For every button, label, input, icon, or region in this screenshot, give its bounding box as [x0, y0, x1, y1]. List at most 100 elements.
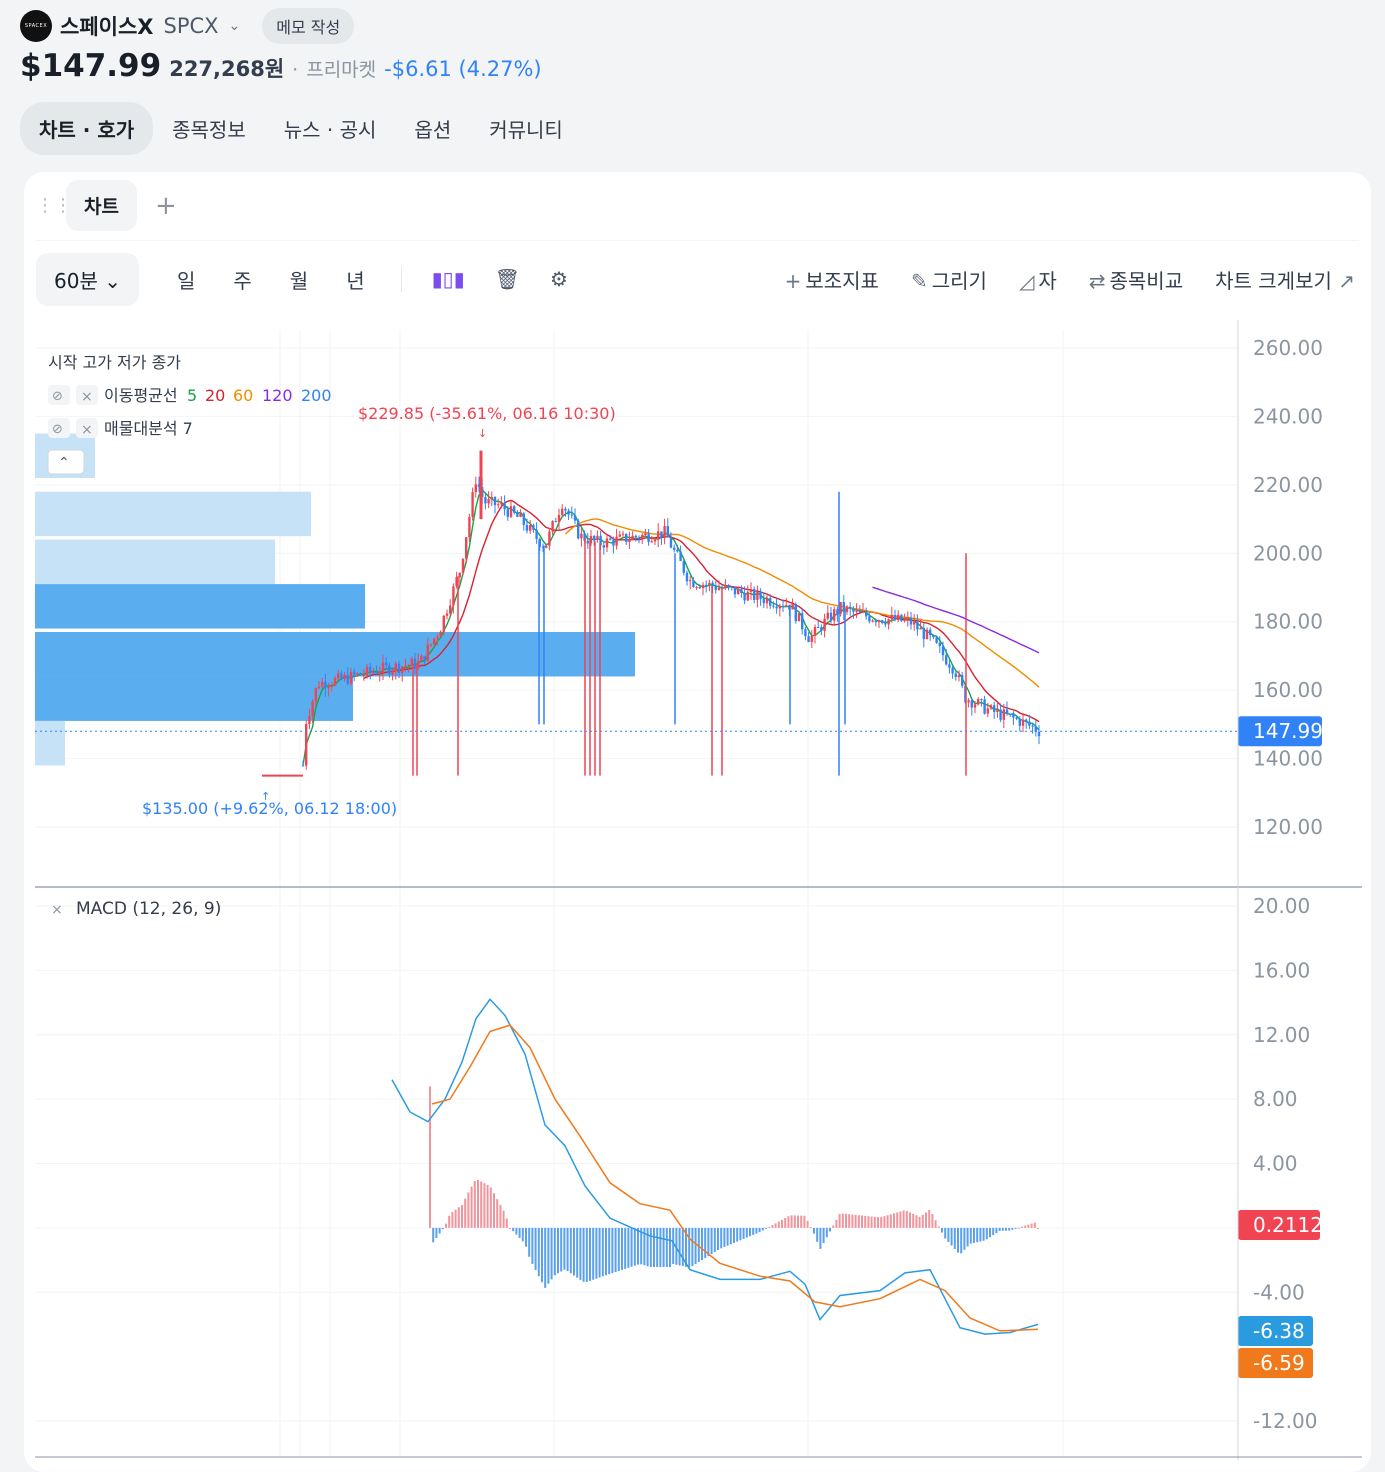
candle: [695, 587, 698, 589]
candle: [714, 586, 717, 590]
candle: [301, 765, 305, 767]
candle: [1005, 709, 1009, 715]
macd-histogram-bar: [742, 1227, 745, 1239]
macd-histogram-bar: [525, 1227, 527, 1247]
macd-histogram-bar: [864, 1215, 867, 1228]
candle: [359, 673, 362, 676]
candle: [452, 586, 455, 606]
macd-histogram-bar: [560, 1227, 563, 1272]
macd-histogram-bar: [659, 1227, 662, 1267]
candle: [426, 644, 429, 661]
candle: [324, 681, 327, 689]
macd-histogram-bar: [870, 1216, 873, 1228]
macd-value: -6.38: [1253, 1319, 1305, 1343]
candle: [519, 513, 522, 517]
candle: [577, 520, 580, 539]
up-arrow-icon: ↑: [261, 790, 270, 803]
macd-histogram-bar: [445, 1223, 447, 1228]
candle: [980, 699, 983, 701]
macd-histogram-bar: [563, 1227, 566, 1270]
candle: [823, 618, 826, 631]
candle: [906, 617, 909, 620]
candle: [1015, 717, 1018, 719]
macd-histogram-bar: [982, 1227, 985, 1241]
candle: [596, 535, 599, 540]
candle: [532, 525, 535, 530]
macd-histogram-bar: [1001, 1227, 1004, 1231]
candle: [609, 538, 612, 540]
macd-histogram-bar: [845, 1213, 847, 1228]
candle: [913, 621, 916, 625]
macd-histogram-bar: [486, 1184, 489, 1228]
candle: [394, 663, 397, 672]
candle: [954, 673, 957, 678]
macd-histogram-bar: [726, 1227, 729, 1246]
close-icon[interactable]: ×: [51, 902, 63, 918]
macd-histogram-bar: [435, 1227, 438, 1238]
macd-histogram-bar: [509, 1227, 511, 1229]
macd-histogram-bar: [989, 1227, 991, 1238]
macd-histogram-bar: [877, 1217, 879, 1228]
candle: [740, 589, 743, 594]
macd-histogram-bar: [1033, 1222, 1036, 1228]
macd-histogram-bar: [595, 1227, 598, 1279]
macd-histogram-bar: [598, 1227, 601, 1278]
candle: [465, 537, 468, 559]
macd-histogram-bar: [768, 1226, 771, 1228]
macd-histogram-bar: [928, 1210, 931, 1228]
candle: [948, 664, 951, 668]
macd-histogram-bar: [998, 1227, 1001, 1232]
candle: [628, 540, 631, 543]
macd-histogram-bar: [749, 1227, 751, 1237]
macd-histogram-bar: [1021, 1226, 1023, 1228]
macd-histogram-bar: [973, 1227, 975, 1243]
candle: [1028, 721, 1031, 726]
macd-histogram-bar: [544, 1227, 547, 1288]
macd-histogram-bar: [797, 1215, 799, 1228]
candle: [442, 615, 445, 632]
candle: [887, 619, 890, 625]
candle: [977, 699, 980, 705]
macd-histogram-bar: [774, 1223, 777, 1228]
candle: [490, 496, 493, 500]
candle: [615, 536, 618, 546]
candle: [986, 708, 989, 714]
macd-histogram-bar: [851, 1214, 854, 1228]
candle: [474, 484, 477, 493]
macd-histogram-bar: [1030, 1223, 1033, 1228]
macd-histogram-bar: [573, 1227, 575, 1276]
macd-histogram-bar: [438, 1227, 441, 1234]
macd-histogram-bar: [777, 1221, 780, 1228]
macd-histogram-bar: [710, 1227, 713, 1255]
candle: [689, 580, 692, 582]
macd-histogram-bar: [915, 1215, 918, 1228]
candle: [337, 673, 340, 679]
macd-histogram-bar: [557, 1227, 559, 1274]
candle: [804, 629, 807, 637]
candle: [449, 605, 452, 614]
ma-legend: ⊘ × 이동평균선 5 20 60 120 200: [48, 385, 332, 405]
candle: [685, 572, 689, 582]
candle: [692, 580, 695, 588]
macd-histogram-bar: [1027, 1224, 1030, 1228]
macd-histogram-bar: [611, 1227, 614, 1274]
candle: [506, 509, 509, 517]
candle: [909, 617, 913, 625]
macd-histogram-bar: [934, 1220, 937, 1228]
macd-histogram-bar: [950, 1227, 953, 1246]
candle: [762, 599, 765, 604]
candle: [439, 631, 442, 637]
macd-histogram-bar: [1008, 1227, 1011, 1231]
macd-histogram-bar: [941, 1227, 943, 1233]
macd-histogram-bar: [579, 1227, 582, 1280]
candle: [861, 611, 865, 613]
macd-histogram-bar: [803, 1215, 806, 1228]
y-tick-label: 260.00: [1253, 336, 1323, 360]
candle: [500, 502, 503, 505]
macd-histogram-bar: [505, 1218, 508, 1228]
candle: [602, 545, 605, 548]
macd-histogram-bar: [841, 1213, 844, 1228]
price-chart[interactable]: 260.00 240.00 220.00 200.00 180.00 160.00 140.…: [0, 0, 1385, 1460]
ohlc-legend: 시작 고가 저가 종가: [48, 353, 181, 372]
macd-histogram-bar: [829, 1227, 831, 1232]
